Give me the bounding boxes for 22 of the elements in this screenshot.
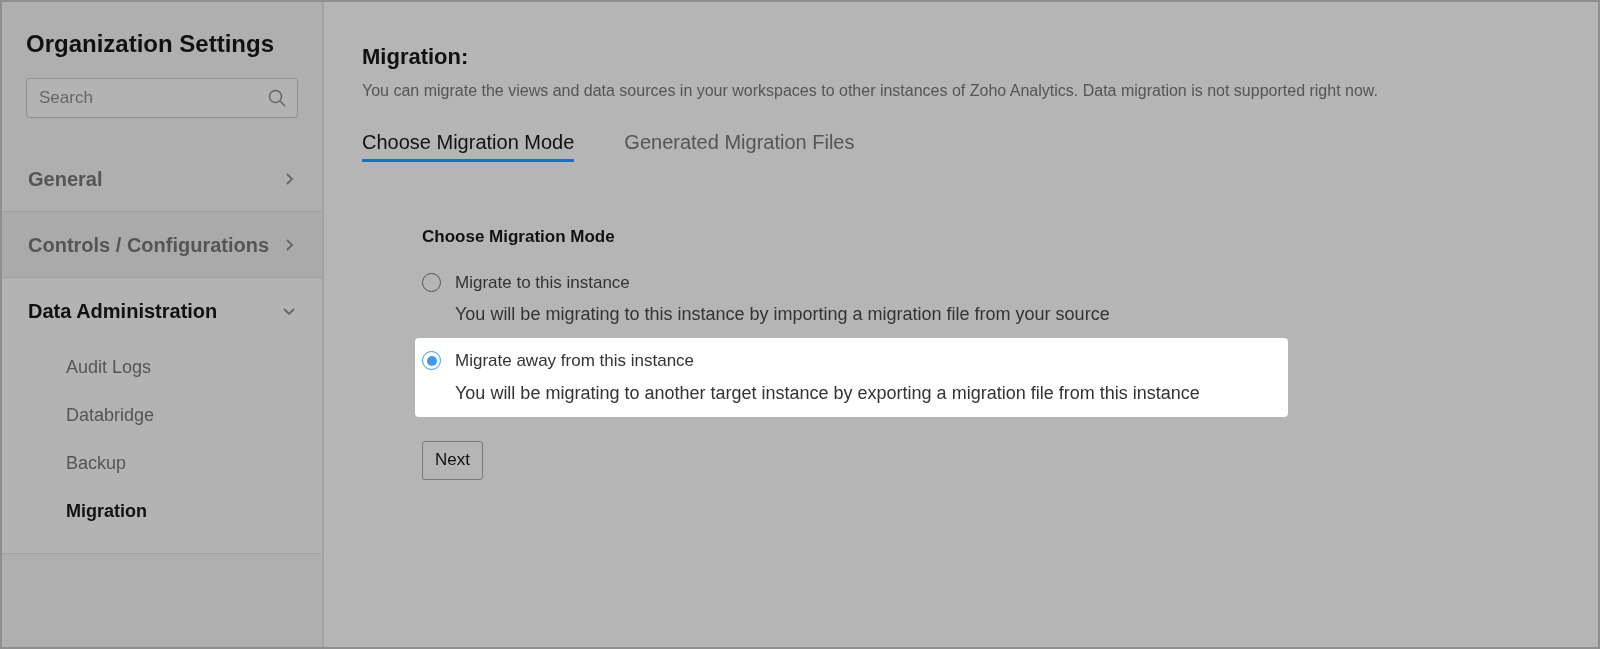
option-label: Migrate away from this instance (455, 350, 696, 372)
sidebar-item[interactable]: General (2, 146, 322, 211)
page-title: Migration: (362, 43, 470, 71)
option-description: You will be migrating to another target instance by exporting a migration file from this instance (455, 381, 1200, 405)
sidebar-subitem[interactable]: Backup (2, 439, 322, 487)
page-description: You can migrate the views and data sources in your workspaces to other instances of Zoho Analytics. Data migration is not supported right now. (362, 81, 1379, 101)
form-heading: Choose Migration Mode (422, 226, 616, 248)
sidebar-title: Organization Settings (25, 29, 275, 59)
sidebar-item[interactable]: Controls / Configurations (2, 212, 322, 277)
option-label: Migrate to this instance (455, 271, 631, 294)
sidebar-item[interactable]: Data Administration (2, 278, 322, 343)
tab[interactable]: Choose Migration Mode (362, 127, 575, 162)
option-row[interactable]: Migrate to this instance You will be migrating to this instance by importing a migration file from your source (415, 259, 1288, 338)
tab[interactable]: Generated Migration Files (624, 127, 855, 162)
sidebar-subitem[interactable]: Databridge (2, 391, 322, 439)
sidebar-subitem[interactable]: Migration (2, 487, 322, 535)
next-button[interactable]: Next (422, 440, 483, 480)
option-card[interactable]: Migrate away from this instance You will be migrating to another target instance by exporting a migration file from this instance (415, 338, 1288, 417)
search-icon (268, 89, 286, 107)
option-description: You will be migrating to this instance by importing a migration file from your source (455, 303, 1110, 326)
sidebar-subitem[interactable]: Audit Logs (2, 343, 322, 391)
search-field[interactable]: Search (26, 78, 298, 118)
